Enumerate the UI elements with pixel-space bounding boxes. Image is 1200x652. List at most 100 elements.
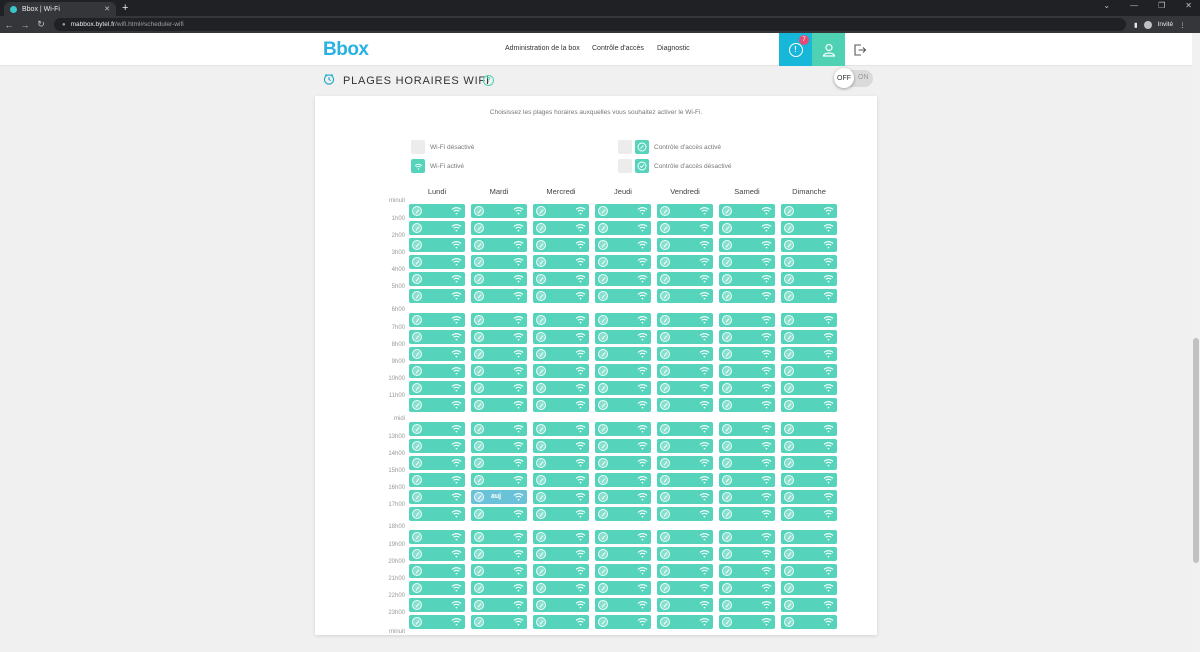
time-slot[interactable] xyxy=(657,439,713,453)
access-control-icon[interactable] xyxy=(536,315,546,325)
time-slot[interactable] xyxy=(409,422,465,436)
access-control-icon[interactable] xyxy=(412,424,422,434)
time-slot[interactable] xyxy=(471,439,527,453)
access-control-icon[interactable] xyxy=(412,349,422,359)
access-control-icon[interactable] xyxy=(784,458,794,468)
time-slot[interactable] xyxy=(719,439,775,453)
time-slot[interactable] xyxy=(719,547,775,561)
time-slot[interactable] xyxy=(595,422,651,436)
time-slot[interactable] xyxy=(657,289,713,303)
time-slot[interactable] xyxy=(657,422,713,436)
access-control-icon[interactable] xyxy=(722,617,732,627)
access-control-icon[interactable] xyxy=(660,257,670,267)
access-control-icon[interactable] xyxy=(536,206,546,216)
access-control-icon[interactable] xyxy=(474,566,484,576)
time-slot[interactable] xyxy=(657,530,713,544)
time-slot[interactable] xyxy=(781,456,837,470)
time-slot[interactable] xyxy=(409,473,465,487)
time-slot[interactable] xyxy=(533,255,589,269)
time-slot[interactable] xyxy=(595,547,651,561)
access-control-icon[interactable] xyxy=(660,206,670,216)
time-slot[interactable] xyxy=(595,313,651,327)
access-control-icon[interactable] xyxy=(598,617,608,627)
time-slot[interactable] xyxy=(409,530,465,544)
access-control-icon[interactable] xyxy=(722,458,732,468)
time-slot[interactable] xyxy=(533,221,589,235)
time-slot[interactable] xyxy=(595,221,651,235)
new-tab-button[interactable]: + xyxy=(122,2,128,14)
time-slot[interactable] xyxy=(471,615,527,629)
day-header-lundi[interactable]: Lundi xyxy=(409,187,465,196)
time-slot[interactable] xyxy=(471,255,527,269)
time-slot[interactable] xyxy=(719,615,775,629)
access-control-icon[interactable] xyxy=(660,291,670,301)
maximize-icon[interactable]: ❐ xyxy=(1158,1,1165,10)
access-control-icon[interactable] xyxy=(784,532,794,542)
time-slot[interactable] xyxy=(657,204,713,218)
access-control-icon[interactable] xyxy=(784,366,794,376)
access-control-icon[interactable] xyxy=(474,532,484,542)
time-slot[interactable] xyxy=(533,598,589,612)
reload-icon[interactable]: ↻ xyxy=(34,19,48,30)
access-control-icon[interactable] xyxy=(598,509,608,519)
time-slot[interactable] xyxy=(781,547,837,561)
time-slot[interactable] xyxy=(657,456,713,470)
time-slot[interactable] xyxy=(781,598,837,612)
page-scrollbar[interactable] xyxy=(1192,33,1200,652)
access-control-icon[interactable] xyxy=(536,400,546,410)
user-account-button[interactable] xyxy=(812,33,845,66)
time-slot[interactable] xyxy=(595,598,651,612)
time-slot[interactable] xyxy=(657,272,713,286)
time-slot[interactable] xyxy=(657,381,713,395)
time-slot[interactable] xyxy=(595,381,651,395)
time-slot[interactable] xyxy=(719,398,775,412)
access-control-icon[interactable] xyxy=(474,383,484,393)
access-control-icon[interactable] xyxy=(660,441,670,451)
access-control-icon[interactable] xyxy=(660,274,670,284)
access-control-icon[interactable] xyxy=(474,441,484,451)
access-control-icon[interactable] xyxy=(598,257,608,267)
access-control-icon[interactable] xyxy=(474,349,484,359)
access-control-icon[interactable] xyxy=(474,332,484,342)
access-control-icon[interactable] xyxy=(784,257,794,267)
access-control-icon[interactable] xyxy=(598,492,608,502)
nav-administration[interactable]: Administration de la box xyxy=(505,45,580,52)
access-control-icon[interactable] xyxy=(536,441,546,451)
access-control-icon[interactable] xyxy=(536,566,546,576)
time-slot[interactable] xyxy=(471,398,527,412)
profile-icon[interactable] xyxy=(1143,20,1152,29)
access-control-icon[interactable] xyxy=(536,274,546,284)
time-slot[interactable] xyxy=(719,330,775,344)
access-control-icon[interactable] xyxy=(474,400,484,410)
access-control-icon[interactable] xyxy=(722,583,732,593)
access-control-icon[interactable] xyxy=(598,291,608,301)
time-slot[interactable] xyxy=(657,564,713,578)
time-slot[interactable] xyxy=(533,289,589,303)
access-control-icon[interactable] xyxy=(598,274,608,284)
access-control-icon[interactable] xyxy=(536,617,546,627)
access-control-icon[interactable] xyxy=(722,349,732,359)
time-slot[interactable] xyxy=(471,272,527,286)
time-slot[interactable] xyxy=(657,490,713,504)
time-slot[interactable] xyxy=(533,238,589,252)
access-control-icon[interactable] xyxy=(412,383,422,393)
access-control-icon[interactable] xyxy=(660,240,670,250)
access-control-icon[interactable] xyxy=(784,206,794,216)
access-control-icon[interactable] xyxy=(412,441,422,451)
time-slot[interactable] xyxy=(595,398,651,412)
time-slot[interactable] xyxy=(471,530,527,544)
scrollbar-thumb[interactable] xyxy=(1193,338,1199,563)
time-slot[interactable] xyxy=(595,581,651,595)
time-slot[interactable] xyxy=(409,507,465,521)
access-control-icon[interactable] xyxy=(474,492,484,502)
access-control-icon[interactable] xyxy=(660,600,670,610)
day-header-mardi[interactable]: Mardi xyxy=(471,187,527,196)
access-control-icon[interactable] xyxy=(722,566,732,576)
access-control-icon[interactable] xyxy=(784,332,794,342)
time-slot[interactable] xyxy=(657,238,713,252)
access-control-icon[interactable] xyxy=(598,383,608,393)
time-slot[interactable] xyxy=(595,439,651,453)
time-slot[interactable] xyxy=(471,381,527,395)
access-control-icon[interactable] xyxy=(474,257,484,267)
access-control-icon[interactable] xyxy=(536,600,546,610)
